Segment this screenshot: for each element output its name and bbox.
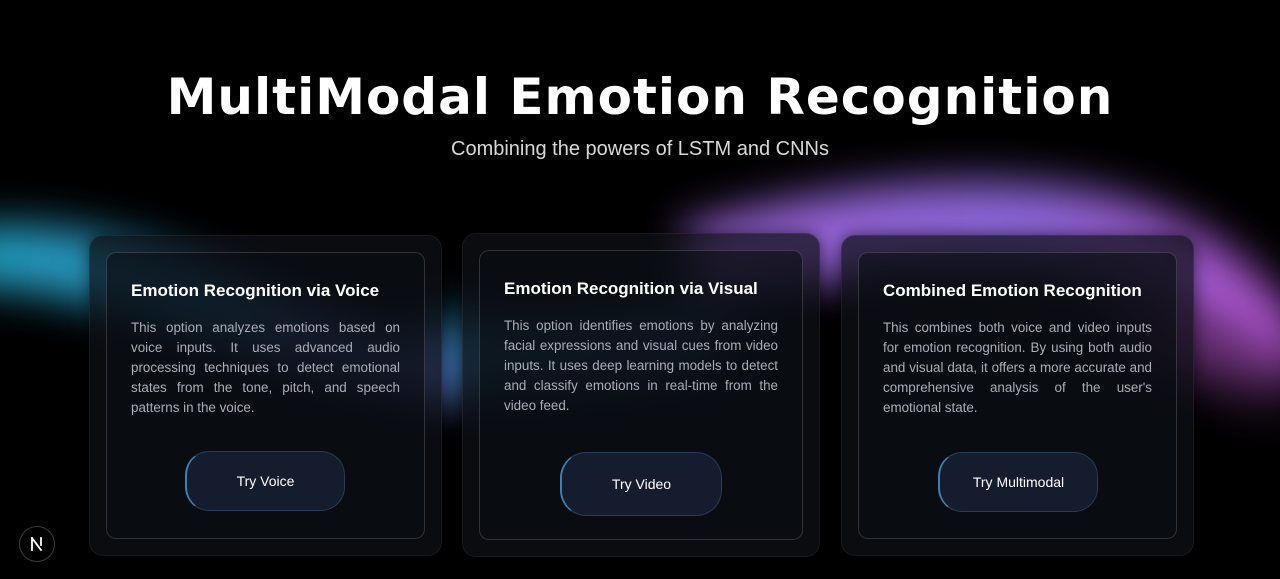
card-voice-description: This option analyzes emotions based on v…	[131, 320, 400, 415]
card-visual-description: This option identifies emotions by analy…	[504, 318, 778, 413]
card-combined: Combined Emotion Recognition This combin…	[841, 235, 1194, 556]
card-visual: Emotion Recognition via Visual This opti…	[462, 233, 820, 557]
nextjs-dev-badge[interactable]	[19, 526, 55, 562]
page-subtitle: Combining the powers of LSTM and CNNs	[451, 138, 829, 160]
try-video-button[interactable]: Try Video	[560, 452, 722, 516]
card-combined-title: Combined Emotion Recognition	[883, 281, 1142, 300]
card-visual-panel: Emotion Recognition via Visual This opti…	[479, 250, 803, 540]
try-multimodal-button[interactable]: Try Multimodal	[938, 452, 1098, 512]
card-visual-title: Emotion Recognition via Visual	[504, 279, 758, 298]
page: MultiModal Emotion Recognition Combining…	[0, 0, 1280, 579]
try-voice-button[interactable]: Try Voice	[185, 451, 345, 511]
card-voice-panel: Emotion Recognition via Voice This optio…	[106, 252, 425, 539]
card-voice: Emotion Recognition via Voice This optio…	[89, 235, 442, 556]
card-combined-panel: Combined Emotion Recognition This combin…	[858, 252, 1177, 539]
card-voice-title: Emotion Recognition via Voice	[131, 281, 380, 300]
nextjs-logo-icon	[30, 536, 43, 552]
page-title: MultiModal Emotion Recognition	[166, 68, 1114, 126]
card-combined-description: This combines both voice and video input…	[883, 320, 1152, 415]
